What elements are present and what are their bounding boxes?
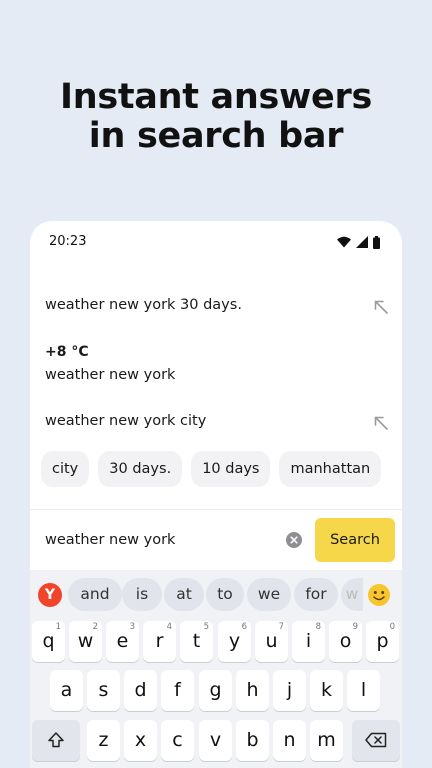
- key-r[interactable]: r4: [143, 621, 176, 662]
- key-o[interactable]: o9: [329, 621, 362, 662]
- weather-temperature: +8 °C: [45, 344, 89, 360]
- key-hint: 8: [315, 622, 321, 632]
- key-label: q: [42, 630, 55, 652]
- key-n[interactable]: n: [273, 720, 306, 761]
- backspace-key[interactable]: [352, 720, 400, 761]
- key-s[interactable]: s: [87, 670, 120, 711]
- key-u[interactable]: u7: [255, 621, 288, 662]
- key-hint: 3: [129, 622, 135, 632]
- headline-line-2: in search bar: [88, 116, 344, 156]
- key-hint: 9: [352, 622, 358, 632]
- backspace-icon: [365, 732, 387, 748]
- key-label: o: [339, 630, 352, 652]
- key-t[interactable]: t5: [180, 621, 213, 662]
- key-p[interactable]: p0: [366, 621, 399, 662]
- key-label: e: [116, 630, 129, 652]
- status-time: 20:23: [49, 234, 87, 249]
- key-hint: 1: [55, 622, 61, 632]
- key-hint: 4: [166, 622, 172, 632]
- arrow-up-left-icon[interactable]: [372, 414, 390, 432]
- word-suggestion[interactable]: to: [206, 578, 244, 611]
- key-h[interactable]: h: [236, 670, 269, 711]
- key-q[interactable]: q1: [32, 621, 65, 662]
- suggestion-chips: city 30 days. 10 days manhattan: [41, 451, 382, 487]
- key-w[interactable]: w2: [69, 621, 102, 662]
- status-bar: 20:23: [30, 221, 402, 263]
- word-suggestion[interactable]: at: [164, 578, 204, 611]
- key-hint: 5: [203, 622, 209, 632]
- word-suggestion[interactable]: w: [341, 578, 363, 611]
- wifi-icon: [337, 236, 351, 248]
- key-label: y: [228, 630, 241, 652]
- clear-icon[interactable]: [286, 532, 302, 548]
- battery-icon: [373, 235, 380, 249]
- word-suggestion[interactable]: is: [122, 578, 162, 611]
- status-icons: [337, 235, 380, 249]
- headline-line-1: Instant answers: [60, 77, 372, 117]
- word-suggestion[interactable]: for: [294, 578, 338, 611]
- key-m[interactable]: m: [310, 720, 343, 761]
- word-suggestion[interactable]: we: [247, 578, 291, 611]
- keyboard: Y and is at to we for w q1 w2 e3 r4 t5 y…: [30, 570, 402, 768]
- suggestion-text: weather new york city: [45, 413, 207, 429]
- divider: [30, 509, 402, 510]
- key-hint: 6: [241, 622, 247, 632]
- word-suggestion[interactable]: and: [68, 578, 122, 611]
- search-button[interactable]: Search: [315, 518, 395, 562]
- key-hint: 0: [389, 622, 395, 632]
- key-y[interactable]: y6: [218, 621, 251, 662]
- key-e[interactable]: e3: [106, 621, 139, 662]
- key-x[interactable]: x: [124, 720, 157, 761]
- key-f[interactable]: f: [161, 670, 194, 711]
- key-b[interactable]: b: [236, 720, 269, 761]
- key-label: i: [305, 630, 312, 652]
- suggestion-item[interactable]: weather new york 30 days.: [45, 287, 390, 327]
- key-label: w: [77, 630, 94, 652]
- key-c[interactable]: c: [161, 720, 194, 761]
- key-j[interactable]: j: [273, 670, 306, 711]
- shift-key[interactable]: [32, 720, 80, 761]
- suggestion-item[interactable]: weather new york city: [45, 404, 390, 444]
- chip-manhattan[interactable]: manhattan: [279, 451, 382, 487]
- key-d[interactable]: d: [124, 670, 157, 711]
- key-label: u: [265, 630, 278, 652]
- chip-30-days[interactable]: 30 days.: [98, 451, 183, 487]
- key-g[interactable]: g: [199, 670, 232, 711]
- yandex-logo-icon[interactable]: Y: [38, 583, 62, 607]
- chip-city[interactable]: city: [41, 451, 90, 487]
- promo-headline: Instant answers in search bar: [0, 78, 432, 156]
- weather-query: weather new york: [45, 367, 176, 383]
- key-l[interactable]: l: [347, 670, 380, 711]
- suggestion-text: weather new york 30 days.: [45, 297, 242, 313]
- key-hint: 2: [92, 622, 98, 632]
- search-input[interactable]: weather new york: [45, 532, 175, 548]
- arrow-up-left-icon[interactable]: [372, 298, 390, 316]
- key-i[interactable]: i8: [292, 621, 325, 662]
- keyboard-suggestion-bar: Y and is at to we for w: [30, 570, 402, 616]
- key-v[interactable]: v: [199, 720, 232, 761]
- key-label: t: [192, 630, 201, 652]
- cellular-signal-icon: [356, 236, 368, 248]
- key-k[interactable]: k: [310, 670, 343, 711]
- key-a[interactable]: a: [50, 670, 83, 711]
- key-label: r: [155, 630, 164, 652]
- shift-icon: [48, 732, 64, 748]
- key-z[interactable]: z: [87, 720, 120, 761]
- smiley-icon[interactable]: [367, 583, 391, 607]
- chip-10-days[interactable]: 10 days: [191, 451, 271, 487]
- key-hint: 7: [278, 622, 284, 632]
- key-label: p: [376, 630, 389, 652]
